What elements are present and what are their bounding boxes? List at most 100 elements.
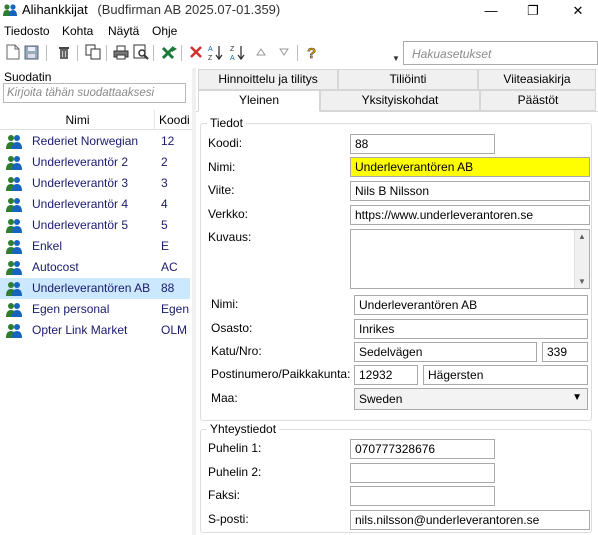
country-select[interactable]: Sweden ▼ xyxy=(354,388,588,410)
scroll-down-icon[interactable]: ▼ xyxy=(578,277,586,286)
tiedot-group-title: Tiedot xyxy=(207,116,246,130)
phone2-field[interactable] xyxy=(350,463,495,483)
chevron-down-icon: ▼ xyxy=(572,392,582,403)
email-field[interactable]: nils.nilsson@underleverantoren.se xyxy=(350,510,590,530)
move-down-icon[interactable] xyxy=(275,43,293,61)
list-item[interactable]: Egen personal Egen xyxy=(0,299,190,320)
description-textarea[interactable]: ▲ ▼ xyxy=(350,229,590,289)
list-item[interactable]: Underleverantören AB 88 xyxy=(0,278,190,299)
minimize-button[interactable]: — xyxy=(473,0,509,21)
list-item[interactable]: Rederiet Norwegian 12 xyxy=(0,131,190,152)
save-icon[interactable] xyxy=(22,43,40,61)
menu-kohta[interactable]: Kohta xyxy=(62,24,93,38)
svg-text:A: A xyxy=(208,46,213,53)
print-icon[interactable] xyxy=(112,43,130,61)
nimi-label: Nimi: xyxy=(208,160,236,174)
list-item-code: AC xyxy=(161,260,178,274)
city-field[interactable]: Hägersten xyxy=(423,365,588,385)
supplier-list-panel: Suodatin Kirjoita tähän suodattaaksesi N… xyxy=(0,68,192,535)
list-item-name: Underleverantören AB xyxy=(32,281,151,295)
tab-tiliointi[interactable]: Tiliöinti xyxy=(338,69,478,90)
address-nimi-field[interactable]: Underleverantören AB xyxy=(354,295,588,315)
list-item-name: Opter Link Market xyxy=(32,323,128,337)
list-item[interactable]: Underleverantör 3 3 xyxy=(0,173,190,194)
copy-icon[interactable] xyxy=(84,43,102,61)
sposti-label: S-posti: xyxy=(208,512,249,526)
menu-bar: Tiedosto Kohta Näytä Ohje xyxy=(0,22,598,40)
list-item[interactable]: Underleverantör 2 2 xyxy=(0,152,190,173)
list-item-name: Egen personal xyxy=(32,302,110,316)
svg-text:A: A xyxy=(230,55,235,61)
tab-content-yleinen: Tiedot Koodi: 88 Nimi: Underleverantören… xyxy=(196,111,598,535)
koodi-field[interactable]: 88 xyxy=(350,134,495,154)
list-item-code: 88 xyxy=(161,281,175,295)
address-nimi-label: Nimi: xyxy=(211,297,239,311)
list-item-code: 3 xyxy=(161,176,168,190)
maximize-button[interactable]: ❐ xyxy=(515,0,551,21)
close-window-button[interactable]: ✕ xyxy=(560,0,596,21)
svg-text:Z: Z xyxy=(208,55,213,61)
cancel-icon[interactable] xyxy=(187,43,205,61)
nimi-field[interactable]: Underleverantören AB xyxy=(350,157,590,177)
supplier-icon xyxy=(5,176,23,191)
faksi-label: Faksi: xyxy=(208,488,241,502)
katu-label: Katu/Nro: xyxy=(211,344,262,358)
list-item-name: Underleverantör 5 xyxy=(32,218,129,232)
delete-icon[interactable] xyxy=(55,43,73,61)
tab-yleinen[interactable]: Yleinen xyxy=(198,90,320,112)
filter-placeholder: Kirjoita tähän suodattaaksesi xyxy=(7,87,155,99)
list-item-name: Underleverantör 4 xyxy=(32,197,129,211)
excel-export-icon[interactable] xyxy=(160,43,178,61)
tiedot-group: Tiedot Koodi: 88 Nimi: Underleverantören… xyxy=(200,116,592,421)
menu-ohje[interactable]: Ohje xyxy=(152,24,177,38)
yhteystiedot-group-title: Yhteystiedot xyxy=(207,422,280,436)
puhelin1-label: Puhelin 1: xyxy=(208,441,262,455)
list-item-name: Rederiet Norwegian xyxy=(32,134,139,148)
viite-field[interactable]: Nils B Nilsson xyxy=(350,181,590,201)
scroll-up-icon[interactable]: ▲ xyxy=(578,232,586,241)
tab-viiteasiakirja[interactable]: Viiteasiakirja xyxy=(478,69,596,90)
yhteystiedot-group: Yhteystiedot Puhelin 1: 070777328676 Puh… xyxy=(200,422,592,533)
window-title-main: Alihankkijat xyxy=(22,2,88,17)
list-item-code: E xyxy=(161,239,170,253)
svg-text:Z: Z xyxy=(230,46,235,53)
description-scrollbar[interactable]: ▲ ▼ xyxy=(574,230,589,288)
print-preview-icon[interactable] xyxy=(132,43,150,61)
toolbar-overflow-icon[interactable]: ▼ xyxy=(392,54,400,63)
sort-ascending-icon[interactable]: AZ xyxy=(207,43,225,61)
help-icon[interactable]: ? xyxy=(303,43,321,61)
list-item-code: Egen xyxy=(161,302,190,316)
phone1-field[interactable]: 070777328676 xyxy=(350,439,495,459)
column-header-name[interactable]: Nimi xyxy=(0,113,155,127)
list-item-code: OLM xyxy=(161,323,188,337)
street-number-field[interactable]: 339 xyxy=(542,342,588,362)
filter-input[interactable]: Kirjoita tähän suodattaaksesi xyxy=(3,83,186,103)
sort-descending-icon[interactable]: ZA xyxy=(229,43,247,61)
supplier-icon xyxy=(5,239,23,254)
website-field[interactable]: https://www.underleverantoren.se xyxy=(350,205,590,225)
koodi-label: Koodi: xyxy=(208,136,243,150)
list-item[interactable]: Autocost AC xyxy=(0,257,190,278)
postal-code-field[interactable]: 12932 xyxy=(354,365,418,385)
filter-label: Suodatin xyxy=(4,70,52,84)
list-item[interactable]: Underleverantör 5 5 xyxy=(0,215,190,236)
tab-hinnoittelu[interactable]: Hinnoittelu ja tilitys xyxy=(198,69,338,90)
list-item-name: Enkel xyxy=(32,239,63,253)
list-item[interactable]: Enkel E xyxy=(0,236,190,257)
list-item[interactable]: Underleverantör 4 4 xyxy=(0,194,190,215)
puhelin2-label: Puhelin 2: xyxy=(208,465,262,479)
tab-paastot[interactable]: Päästöt xyxy=(480,90,596,111)
street-field[interactable]: Sedelvägen xyxy=(354,342,537,362)
search-options-input[interactable]: Hakuasetukset xyxy=(403,41,598,65)
column-header-code[interactable]: Koodi xyxy=(159,113,190,127)
fax-field[interactable] xyxy=(350,486,495,506)
tab-yksityiskohdat[interactable]: Yksityiskohdat xyxy=(320,90,480,111)
move-up-icon[interactable] xyxy=(252,43,270,61)
menu-nayta[interactable]: Näytä xyxy=(108,24,139,38)
department-field[interactable]: Inrikes xyxy=(354,319,588,339)
list-item[interactable]: Opter Link Market OLM xyxy=(0,320,190,341)
supplier-icon xyxy=(5,323,23,338)
menu-tiedosto[interactable]: Tiedosto xyxy=(4,24,50,38)
list-item-code: 4 xyxy=(161,197,168,211)
new-document-icon[interactable] xyxy=(4,43,22,61)
